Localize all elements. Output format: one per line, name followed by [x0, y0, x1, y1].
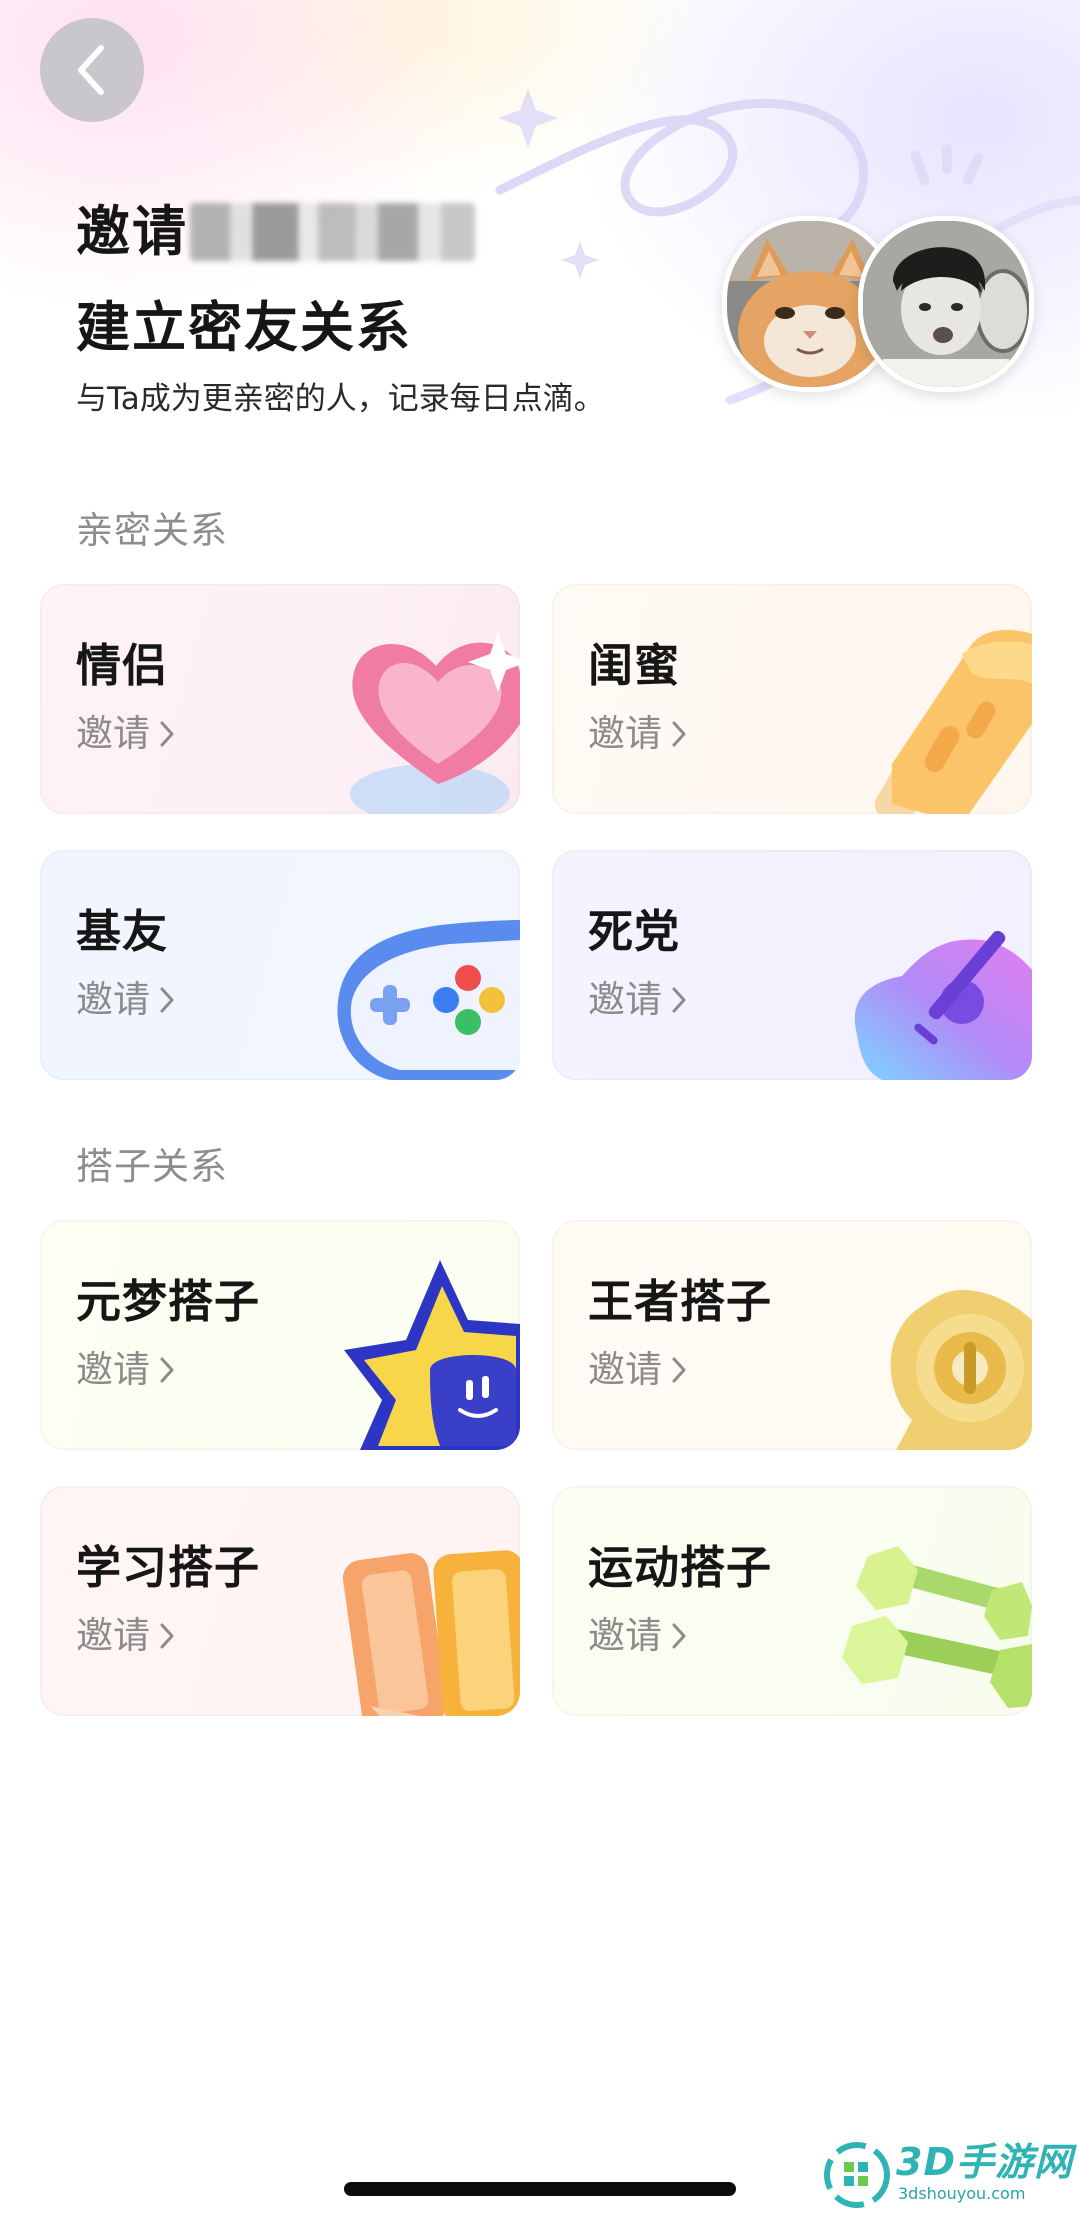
card-honor-partner[interactable]: 王者搭子 邀请: [552, 1220, 1032, 1450]
title-prefix: 邀请: [76, 200, 188, 263]
home-indicator: [344, 2182, 736, 2196]
invite-label: 邀请: [588, 712, 662, 755]
card-title: 元梦搭子: [76, 1275, 261, 1328]
watermark-title: 3D手游网: [896, 2140, 1073, 2184]
card-title: 死党: [588, 905, 681, 958]
chevron-right-icon: [672, 1357, 686, 1383]
card-title: 情侣: [76, 639, 169, 692]
invite-link[interactable]: 邀请: [76, 974, 176, 1026]
pencils-icon: [342, 1550, 520, 1716]
card-title: 运动搭子: [588, 1541, 773, 1594]
page-subtitle: 与Ta成为更亲密的人，记录每日点滴。: [76, 381, 605, 417]
section-title-partner: 搭子关系: [76, 1145, 228, 1188]
invite-link[interactable]: 邀请: [588, 974, 688, 1026]
card-title: 闺蜜: [588, 639, 681, 692]
chevron-right-icon: [672, 987, 686, 1013]
invite-label: 邀请: [588, 1348, 662, 1391]
back-button[interactable]: [40, 18, 144, 122]
watermark-subtitle: 3dshouyou.com: [898, 2184, 1026, 2203]
star-mascot-icon: [344, 1260, 520, 1450]
card-study-partner[interactable]: 学习搭子 邀请: [40, 1486, 520, 1716]
chevron-right-icon: [160, 721, 174, 747]
chevron-left-icon: [78, 45, 104, 95]
page-title: 邀请 建立密友关系: [76, 196, 475, 364]
card-title: 王者搭子: [588, 1275, 773, 1328]
chevron-right-icon: [160, 1357, 174, 1383]
invite-label: 邀请: [76, 978, 150, 1021]
chevron-right-icon: [672, 721, 686, 747]
invite-link[interactable]: 邀请: [588, 708, 688, 760]
blurred-friend-name: [190, 203, 475, 261]
card-bestie[interactable]: 闺蜜 邀请: [552, 584, 1032, 814]
card-title: 基友: [76, 905, 169, 958]
heart-icon: [350, 632, 520, 814]
chevron-right-icon: [160, 1623, 174, 1649]
invite-label: 邀请: [588, 1614, 662, 1657]
chevron-right-icon: [160, 987, 174, 1013]
invite-label: 邀请: [588, 978, 662, 1021]
card-title: 学习搭子: [76, 1541, 261, 1594]
section-title-intimate: 亲密关系: [76, 509, 228, 552]
invite-link[interactable]: 邀请: [76, 708, 176, 760]
invite-link[interactable]: 邀请: [76, 1610, 176, 1662]
card-pal[interactable]: 死党 邀请: [552, 850, 1032, 1080]
popsicle-icon: [874, 629, 1032, 814]
chevron-right-icon: [672, 1623, 686, 1649]
invite-link[interactable]: 邀请: [588, 1610, 688, 1662]
watermark: 3D手游网 3dshouyou.com: [824, 2140, 1074, 2212]
card-yuanmeng-partner[interactable]: 元梦搭子 邀请: [40, 1220, 520, 1450]
invite-label: 邀请: [76, 712, 150, 755]
card-sports-partner[interactable]: 运动搭子 邀请: [552, 1486, 1032, 1716]
invite-label: 邀请: [76, 1614, 150, 1657]
card-couple[interactable]: 情侣 邀请: [40, 584, 520, 814]
avatar-person: [858, 216, 1034, 392]
invite-link[interactable]: 邀请: [76, 1344, 176, 1396]
gamepad-icon: [337, 920, 520, 1080]
gold-emblem-icon: [890, 1290, 1032, 1450]
invite-label: 邀请: [76, 1348, 150, 1391]
guitar-icon: [854, 930, 1032, 1080]
watermark-logo-icon: [824, 2142, 890, 2208]
title-line-2: 建立密友关系: [76, 296, 412, 359]
dumbbell-icon: [842, 1546, 1032, 1708]
card-bro[interactable]: 基友 邀请: [40, 850, 520, 1080]
invite-link[interactable]: 邀请: [588, 1344, 688, 1396]
